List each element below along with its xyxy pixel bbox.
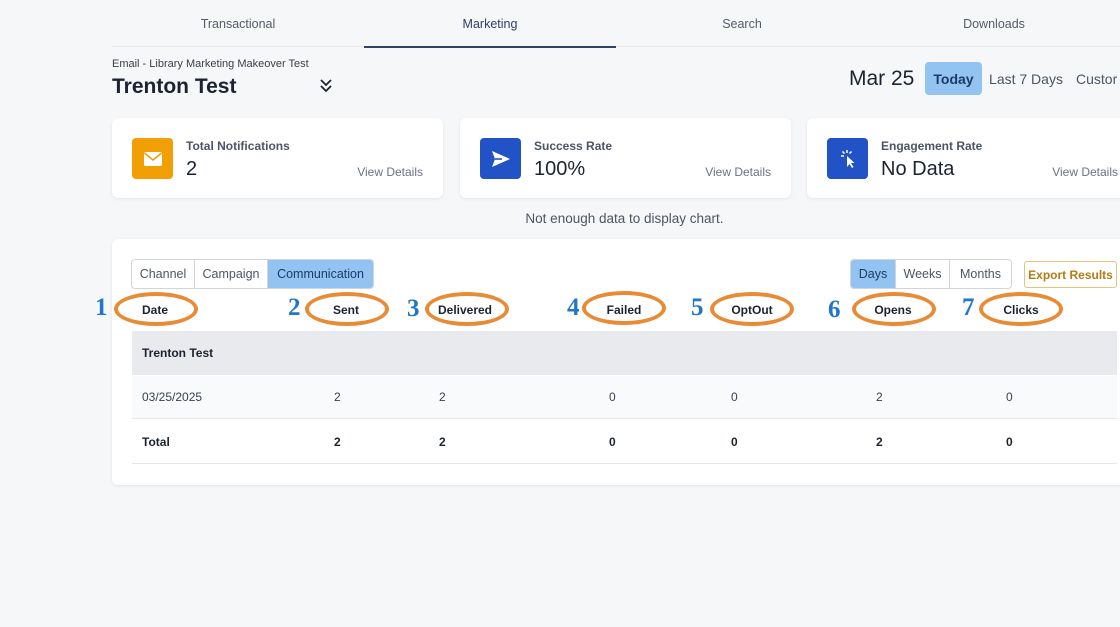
annotation-circle bbox=[852, 292, 936, 326]
page-title: Trenton Test bbox=[112, 75, 237, 98]
table-total-row: Total 2 2 0 0 2 0 bbox=[132, 420, 1117, 464]
total-sent: 2 bbox=[334, 434, 341, 449]
total-failed: 0 bbox=[609, 434, 616, 449]
total-opens: 2 bbox=[876, 434, 883, 449]
breadcrumb: Email - Library Marketing Makeover Test bbox=[112, 58, 309, 70]
tab-months[interactable]: Months bbox=[950, 260, 1011, 288]
success-rate-card: Success Rate 100% View Details bbox=[460, 118, 791, 198]
range-last-7-days-button[interactable]: Last 7 Days bbox=[986, 62, 1066, 95]
total-delivered: 2 bbox=[439, 434, 446, 449]
period-segment: Days Weeks Months bbox=[850, 259, 1012, 289]
annotation-number: 1 bbox=[95, 294, 108, 321]
view-details-link[interactable]: View Details bbox=[357, 165, 423, 179]
engagement-rate-card: Engagement Rate No Data View Details bbox=[807, 118, 1120, 198]
tab-transactional[interactable]: Transactional bbox=[112, 0, 364, 47]
tab-channel[interactable]: Channel bbox=[132, 260, 195, 288]
card-label: Engagement Rate bbox=[881, 139, 983, 153]
tab-downloads[interactable]: Downloads bbox=[868, 0, 1120, 47]
click-icon bbox=[827, 138, 868, 179]
chart-empty-message: Not enough data to display chart. bbox=[525, 211, 724, 226]
card-label: Success Rate bbox=[534, 139, 613, 153]
annotation-number: 5 bbox=[691, 294, 704, 321]
tab-campaign[interactable]: Campaign bbox=[195, 260, 268, 288]
cell-failed: 0 bbox=[609, 390, 616, 404]
annotation-number: 6 bbox=[828, 296, 841, 323]
envelope-icon bbox=[132, 138, 173, 179]
tab-weeks[interactable]: Weeks bbox=[896, 260, 950, 288]
cell-date: 03/25/2025 bbox=[142, 390, 203, 404]
view-segment: Channel Campaign Communication bbox=[131, 259, 374, 289]
total-notifications-card: Total Notifications 2 View Details bbox=[112, 118, 443, 198]
annotation-circle bbox=[114, 292, 198, 326]
chevron-double-down-icon[interactable] bbox=[316, 76, 336, 96]
date-label: Mar 25 bbox=[849, 67, 915, 90]
annotation-number: 2 bbox=[288, 294, 301, 321]
view-details-link[interactable]: View Details bbox=[705, 165, 771, 179]
annotation-number: 4 bbox=[567, 294, 580, 321]
card-value: 100% bbox=[534, 158, 586, 180]
table-group-row: Trenton Test bbox=[132, 331, 1117, 375]
annotation-circle bbox=[710, 292, 794, 326]
table-row: 03/25/2025 2 2 0 0 2 0 bbox=[132, 376, 1117, 419]
range-custom-button[interactable]: Custor bbox=[1076, 62, 1120, 95]
annotation-circle bbox=[582, 291, 666, 325]
card-value: 2 bbox=[186, 158, 198, 180]
total-label: Total bbox=[142, 434, 170, 449]
total-clicks: 0 bbox=[1006, 434, 1013, 449]
cell-sent: 2 bbox=[334, 390, 341, 404]
cell-delivered: 2 bbox=[439, 390, 446, 404]
card-label: Total Notifications bbox=[186, 139, 290, 153]
card-value: No Data bbox=[881, 158, 955, 180]
annotation-number: 7 bbox=[962, 294, 975, 321]
range-today-button[interactable]: Today bbox=[925, 62, 982, 95]
tab-communication[interactable]: Communication bbox=[268, 260, 373, 288]
tab-days[interactable]: Days bbox=[851, 260, 896, 288]
annotation-circle bbox=[305, 292, 389, 326]
group-label: Trenton Test bbox=[142, 346, 214, 360]
view-details-link[interactable]: View Details bbox=[1052, 165, 1118, 179]
cell-clicks: 0 bbox=[1006, 390, 1013, 404]
send-icon bbox=[480, 138, 521, 179]
annotation-number: 3 bbox=[407, 295, 420, 322]
cell-opens: 2 bbox=[876, 390, 883, 404]
top-nav: Transactional Marketing Search Downloads bbox=[112, 0, 1120, 48]
annotation-circle bbox=[425, 292, 509, 326]
cell-optout: 0 bbox=[731, 390, 738, 404]
tab-marketing[interactable]: Marketing bbox=[364, 0, 616, 48]
export-results-button[interactable]: Export Results bbox=[1024, 261, 1117, 288]
total-optout: 0 bbox=[731, 434, 738, 449]
tab-search[interactable]: Search bbox=[616, 0, 868, 47]
annotation-circle bbox=[979, 292, 1063, 326]
